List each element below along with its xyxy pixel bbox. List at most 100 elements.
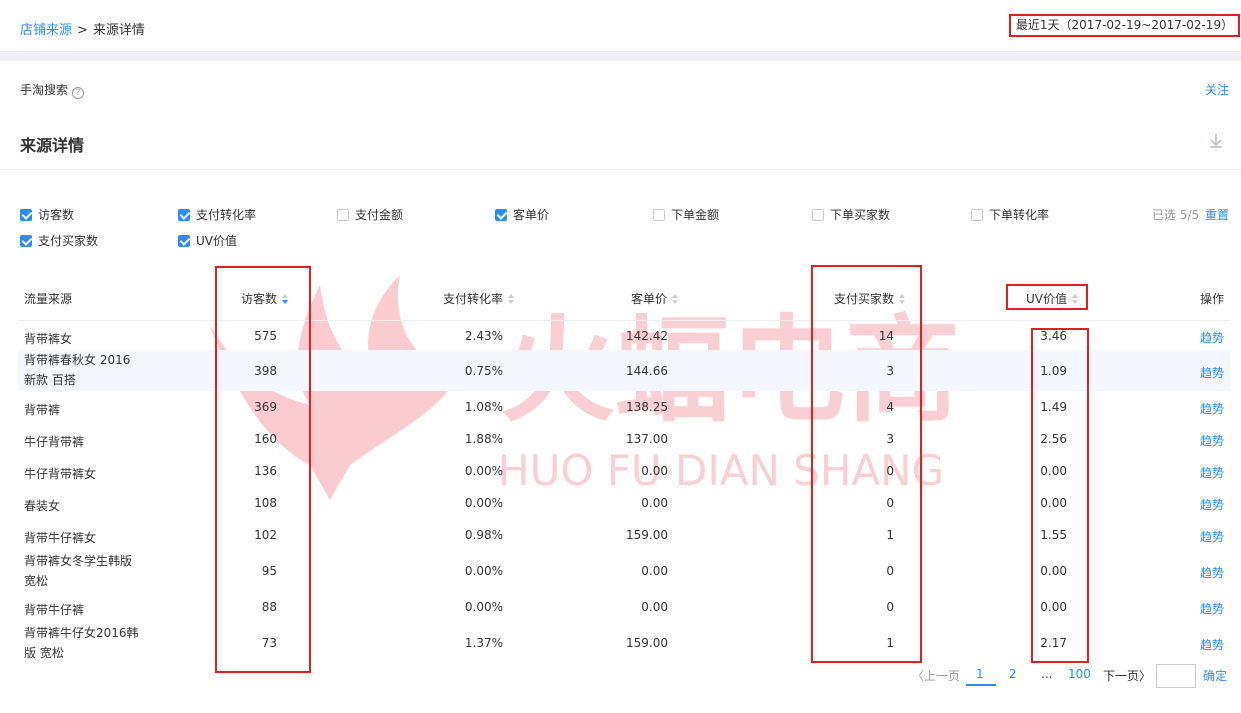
trend-link[interactable]: 趋势 [1200, 329, 1230, 346]
column-header-uv-value[interactable]: UV价值 [1026, 290, 1078, 307]
cell-visitors: 73 [261, 636, 277, 650]
pagination-prev[interactable]: 〈上一页 [912, 667, 960, 684]
metric-label: 支付买家数 [38, 234, 99, 248]
breadcrumb-store-source-link[interactable]: 店铺来源 [20, 23, 72, 38]
sort-desc-icon[interactable] [282, 294, 289, 304]
metric-label: 下单转化率 [989, 208, 1050, 222]
cell-visitors: 369 [254, 400, 277, 414]
trend-link[interactable]: 趋势 [1200, 564, 1230, 581]
table-row: 牛仔背带裤女 136 0.00% 0.00 0 0.00 趋势 [18, 455, 1230, 487]
cell-uv-value: 2.56 [1040, 432, 1067, 446]
cell-avg-order-value: 159.00 [626, 528, 668, 542]
table-row: 春装女 108 0.00% 0.00 0 0.00 趋势 [18, 487, 1230, 519]
metric-checkbox-pay-buyers[interactable]: 支付买家数 [20, 232, 98, 249]
column-header-label: 客单价 [631, 292, 668, 306]
sort-icon[interactable] [672, 294, 679, 304]
metric-checkbox-order-conversion[interactable]: 下单转化率 [971, 206, 1049, 223]
cell-pay-conversion: 1.88% [464, 432, 503, 446]
page-title: 来源详情 [20, 136, 85, 155]
cell-pay-buyers: 1 [886, 636, 894, 650]
checkbox-icon [653, 208, 665, 221]
pagination-go-button[interactable]: 确定 [1203, 667, 1227, 684]
table-row: 背带牛仔裤女 102 0.98% 159.00 1 1.55 趋势 [18, 519, 1230, 551]
pagination-page-1[interactable]: 1 [976, 667, 984, 681]
top-bar: 店铺来源 > 来源详情 最近1天（2017-02-19~2017-02-19） [0, 0, 1241, 52]
cell-uv-value: 0.00 [1040, 600, 1067, 614]
cell-pay-buyers: 14 [878, 329, 894, 343]
date-range-selector[interactable]: 最近1天（2017-02-19~2017-02-19） [1009, 14, 1240, 37]
trend-link[interactable]: 趋势 [1200, 464, 1230, 481]
cell-uv-value: 0.00 [1040, 564, 1067, 578]
cell-avg-order-value: 144.66 [626, 364, 668, 378]
reset-button[interactable]: 重置 [1205, 206, 1229, 223]
table-row: 背带裤 369 1.08% 138.25 4 1.49 趋势 [18, 391, 1230, 423]
breadcrumb-current: 来源详情 [92, 23, 145, 38]
pagination-page-2[interactable]: 2 [1009, 667, 1017, 681]
selected-count: 已选 5/5 [1152, 208, 1200, 222]
cell-avg-order-value: 0.00 [641, 600, 668, 614]
metric-checkbox-pay-amount[interactable]: 支付金额 [337, 206, 403, 223]
section-header: 手淘搜索? [20, 81, 85, 99]
column-header-label: 支付转化率 [443, 292, 504, 306]
cell-uv-value: 3.46 [1040, 329, 1067, 343]
cell-source: 背带裤牛仔女2016韩版 宽松 [24, 626, 139, 660]
cell-pay-conversion: 0.98% [464, 528, 503, 542]
cell-pay-buyers: 4 [886, 400, 894, 414]
trend-link[interactable]: 趋势 [1200, 496, 1230, 513]
table-row: 背带裤牛仔女2016韩版 宽松 73 1.37% 159.00 1 2.17 趋势 [18, 623, 1230, 663]
follow-button[interactable]: 关注 [1205, 81, 1229, 98]
column-header-pay-buyers[interactable]: 支付买家数 [834, 290, 906, 307]
metric-label: 支付金额 [355, 208, 404, 222]
checkbox-icon [812, 208, 824, 221]
table-row: 背带裤女冬学生韩版 宽松 95 0.00% 0.00 0 0.00 趋势 [18, 551, 1230, 591]
help-icon[interactable]: ? [72, 87, 85, 99]
pagination-jump-input[interactable] [1156, 664, 1196, 688]
cell-visitors: 136 [254, 464, 277, 478]
sort-icon[interactable] [899, 294, 906, 304]
cell-visitors: 108 [254, 496, 277, 510]
metric-checkbox-avg-order-value[interactable]: 客单价 [495, 206, 549, 223]
trend-link[interactable]: 趋势 [1200, 432, 1230, 449]
breadcrumb-separator: > [77, 23, 88, 38]
pagination-current-indicator [966, 684, 996, 686]
cell-visitors: 575 [254, 329, 277, 343]
column-header-visitors[interactable]: 访客数 [241, 290, 289, 307]
metric-checkbox-pay-conversion[interactable]: 支付转化率 [178, 206, 256, 223]
trend-link[interactable]: 趋势 [1200, 364, 1230, 381]
cell-pay-buyers: 3 [886, 432, 894, 446]
cell-pay-buyers: 0 [886, 600, 894, 614]
cell-visitors: 398 [254, 364, 277, 378]
metric-checkbox-order-amount[interactable]: 下单金额 [653, 206, 719, 223]
trend-link[interactable]: 趋势 [1200, 600, 1230, 617]
metric-checkbox-order-buyers[interactable]: 下单买家数 [812, 206, 890, 223]
metric-checkbox-uv-value[interactable]: UV价值 [178, 232, 237, 249]
metric-checkbox-visitors[interactable]: 访客数 [20, 206, 74, 223]
cell-uv-value: 1.09 [1040, 364, 1067, 378]
pagination-ellipsis: ... [1041, 667, 1053, 681]
metric-label: 访客数 [38, 208, 75, 222]
download-icon[interactable] [1208, 133, 1224, 149]
sort-icon[interactable] [1072, 294, 1078, 304]
cell-source: 背带裤春秋女 2016 新款 百搭 [24, 353, 131, 387]
metric-label: 支付转化率 [196, 208, 257, 222]
checkbox-icon [178, 208, 190, 221]
trend-link[interactable]: 趋势 [1200, 528, 1230, 545]
metric-label: 客单价 [513, 208, 550, 222]
checkbox-icon [20, 234, 32, 247]
sort-icon[interactable] [508, 294, 515, 304]
cell-source: 牛仔背带裤 [24, 435, 85, 449]
cell-avg-order-value: 159.00 [626, 636, 668, 650]
cell-avg-order-value: 0.00 [641, 564, 668, 578]
column-header-pay-conversion[interactable]: 支付转化率 [443, 290, 515, 307]
table-row: 背带牛仔裤 88 0.00% 0.00 0 0.00 趋势 [18, 591, 1230, 623]
header-divider [18, 320, 1230, 321]
pagination-page-100[interactable]: 100 [1068, 667, 1091, 681]
cell-avg-order-value: 0.00 [641, 464, 668, 478]
cell-pay-buyers: 0 [886, 464, 894, 478]
cell-visitors: 160 [254, 432, 277, 446]
column-header-label: 支付买家数 [834, 292, 895, 306]
column-header-avg-order-value[interactable]: 客单价 [631, 290, 679, 307]
trend-link[interactable]: 趋势 [1200, 400, 1230, 417]
trend-link[interactable]: 趋势 [1200, 636, 1230, 653]
pagination-next[interactable]: 下一页〉 [1103, 667, 1151, 684]
